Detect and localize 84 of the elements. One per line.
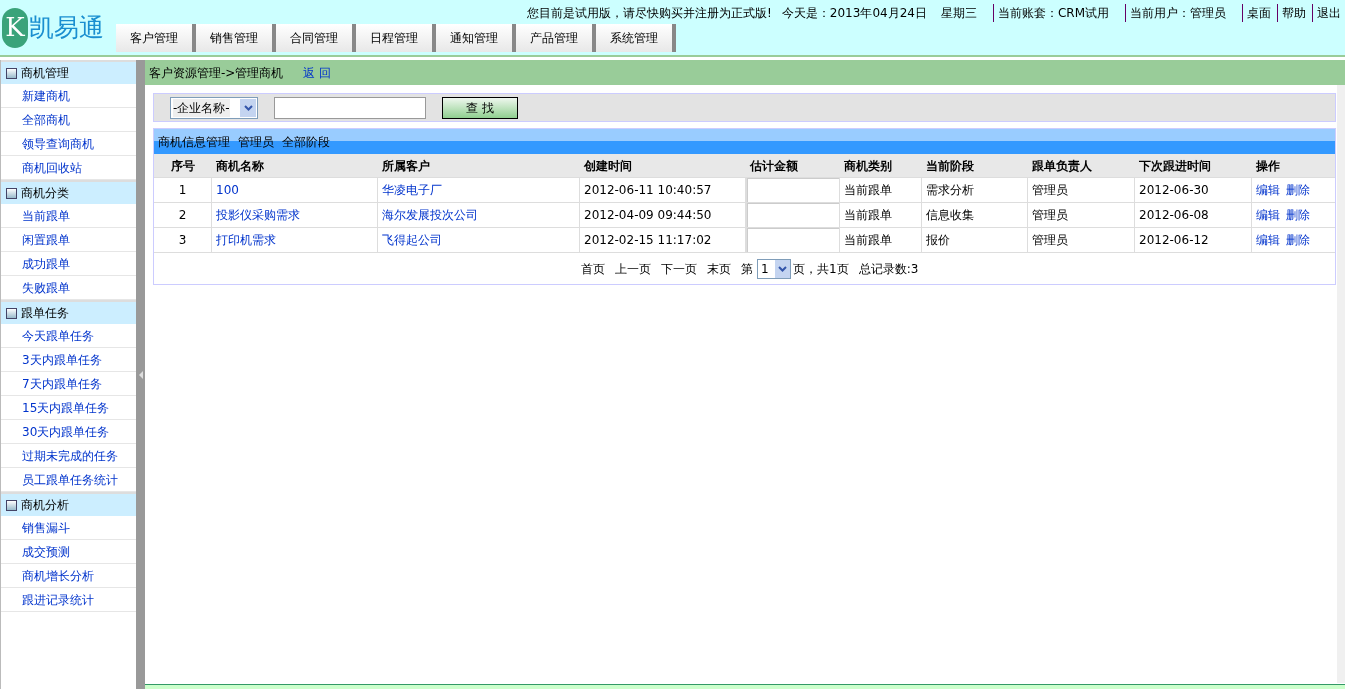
action-link[interactable]: 编辑: [1256, 181, 1280, 199]
table-cell: 管理员: [1028, 203, 1135, 227]
table-cell: 3: [154, 228, 212, 252]
column-header: 创建时间: [583, 157, 633, 175]
pager-text: 第: [741, 260, 753, 278]
action-link[interactable]: 编辑: [1256, 231, 1280, 249]
column-header: 操作: [1255, 157, 1281, 175]
table-link[interactable]: 打印机需求: [212, 228, 378, 252]
nav-tab[interactable]: 客户管理: [116, 24, 196, 52]
section-icon: [6, 307, 17, 319]
caption-text: 管理员: [238, 133, 274, 151]
table-cell: 报价: [922, 228, 1028, 252]
filter-select[interactable]: -企业名称-: [170, 96, 258, 119]
table-cell: 当前跟单: [840, 228, 922, 252]
table-link[interactable]: 投影仪采购需求: [212, 203, 378, 227]
column-header: 下次跟进时间: [1138, 157, 1212, 175]
breadcrumb-text: 客户资源管理->管理商机: [149, 64, 284, 82]
table-link[interactable]: 100: [212, 178, 378, 202]
column-header: 所属客户: [381, 157, 431, 175]
column-header: 当前阶段: [925, 157, 975, 175]
caption-text: 商机信息管理: [158, 133, 230, 151]
column-header: 商机名称: [215, 157, 265, 175]
nav-tab[interactable]: 通知管理: [436, 24, 516, 52]
section-title: 商机分类: [21, 185, 69, 202]
section-icon: [6, 499, 17, 511]
section-title: 商机管理: [21, 65, 69, 82]
logo-text: 凯易通: [29, 11, 104, 44]
table-cell: 2012-02-15 11:17:02: [580, 228, 746, 252]
trial-notice: 您目前是试用版，请尽快购买并注册为正式版!: [527, 5, 772, 22]
table-cell: 2012-06-12: [1135, 228, 1252, 252]
column-header: 商机类别: [843, 157, 893, 175]
search-field[interactable]: [274, 96, 426, 119]
table-cell: 2012-04-09 09:44:50: [580, 203, 746, 227]
table-cell: 2012-06-08: [1135, 203, 1252, 227]
table-cell: 当前跟单: [840, 178, 922, 202]
page-select[interactable]: 1: [757, 258, 791, 279]
table-cell: 1: [154, 178, 212, 202]
back-link[interactable]: 返 回: [303, 63, 332, 82]
nav-tab[interactable]: 日程管理: [356, 24, 436, 52]
dropdown-chevron-icon: [240, 98, 256, 117]
nav-tab[interactable]: 产品管理: [516, 24, 596, 52]
action-link[interactable]: 删除: [1286, 181, 1310, 199]
section-icon: [6, 187, 17, 199]
section-title: 跟单任务: [21, 305, 69, 322]
table-cell: 管理员: [1028, 228, 1135, 252]
header-info: 当前用户：管理员: [1125, 4, 1226, 22]
caption-text: 全部阶段: [282, 133, 330, 151]
table-cell: 需求分析: [922, 178, 1028, 202]
header-link[interactable]: 桌面: [1242, 4, 1271, 22]
nav-tab[interactable]: 系统管理: [596, 24, 676, 52]
pager-link[interactable]: 下一页: [661, 259, 697, 278]
table-cell: 2012-06-11 10:40:57: [580, 178, 746, 202]
pager-link[interactable]: 首页: [581, 259, 605, 278]
action-link[interactable]: 删除: [1286, 231, 1310, 249]
nav-tab[interactable]: 合同管理: [276, 24, 356, 52]
column-header: 序号: [170, 157, 196, 175]
nav-tab[interactable]: 销售管理: [196, 24, 276, 52]
action-link[interactable]: 编辑: [1256, 206, 1280, 224]
section-title: 商机分析: [21, 497, 69, 514]
table-cell: 2012-06-30: [1135, 178, 1252, 202]
dropdown-chevron-icon: [775, 259, 790, 278]
table-link[interactable]: 华凌电子厂: [378, 178, 580, 202]
pager-link[interactable]: 上一页: [615, 259, 651, 278]
table-link[interactable]: 飞得起公司: [378, 228, 580, 252]
weekday-text: 星期三: [940, 5, 977, 22]
table-cell: 信息收集: [922, 203, 1028, 227]
column-header: 跟单负责人: [1031, 157, 1093, 175]
table-link[interactable]: 海尔发展投次公司: [378, 203, 580, 227]
action-link[interactable]: 删除: [1286, 206, 1310, 224]
logo-mark: K: [2, 7, 28, 48]
pager-link[interactable]: 末页: [707, 259, 731, 278]
header-link[interactable]: 帮助: [1277, 4, 1306, 22]
record-count: 总记录数:3: [858, 260, 919, 278]
header-info: 当前账套：CRM试用: [992, 4, 1109, 22]
pager-text: 页，共1页: [793, 260, 849, 278]
collapse-arrow-icon: [138, 370, 143, 379]
find-button[interactable]: 查 找: [442, 96, 518, 119]
section-icon: [6, 67, 17, 79]
header-link[interactable]: 退出: [1312, 4, 1341, 22]
column-header: 估计金额: [748, 157, 799, 175]
table-cell: 2: [154, 203, 212, 227]
table-cell: 当前跟单: [840, 203, 922, 227]
table-cell: 管理员: [1028, 178, 1135, 202]
date-text: 今天是：2013年04月24日: [781, 5, 927, 22]
